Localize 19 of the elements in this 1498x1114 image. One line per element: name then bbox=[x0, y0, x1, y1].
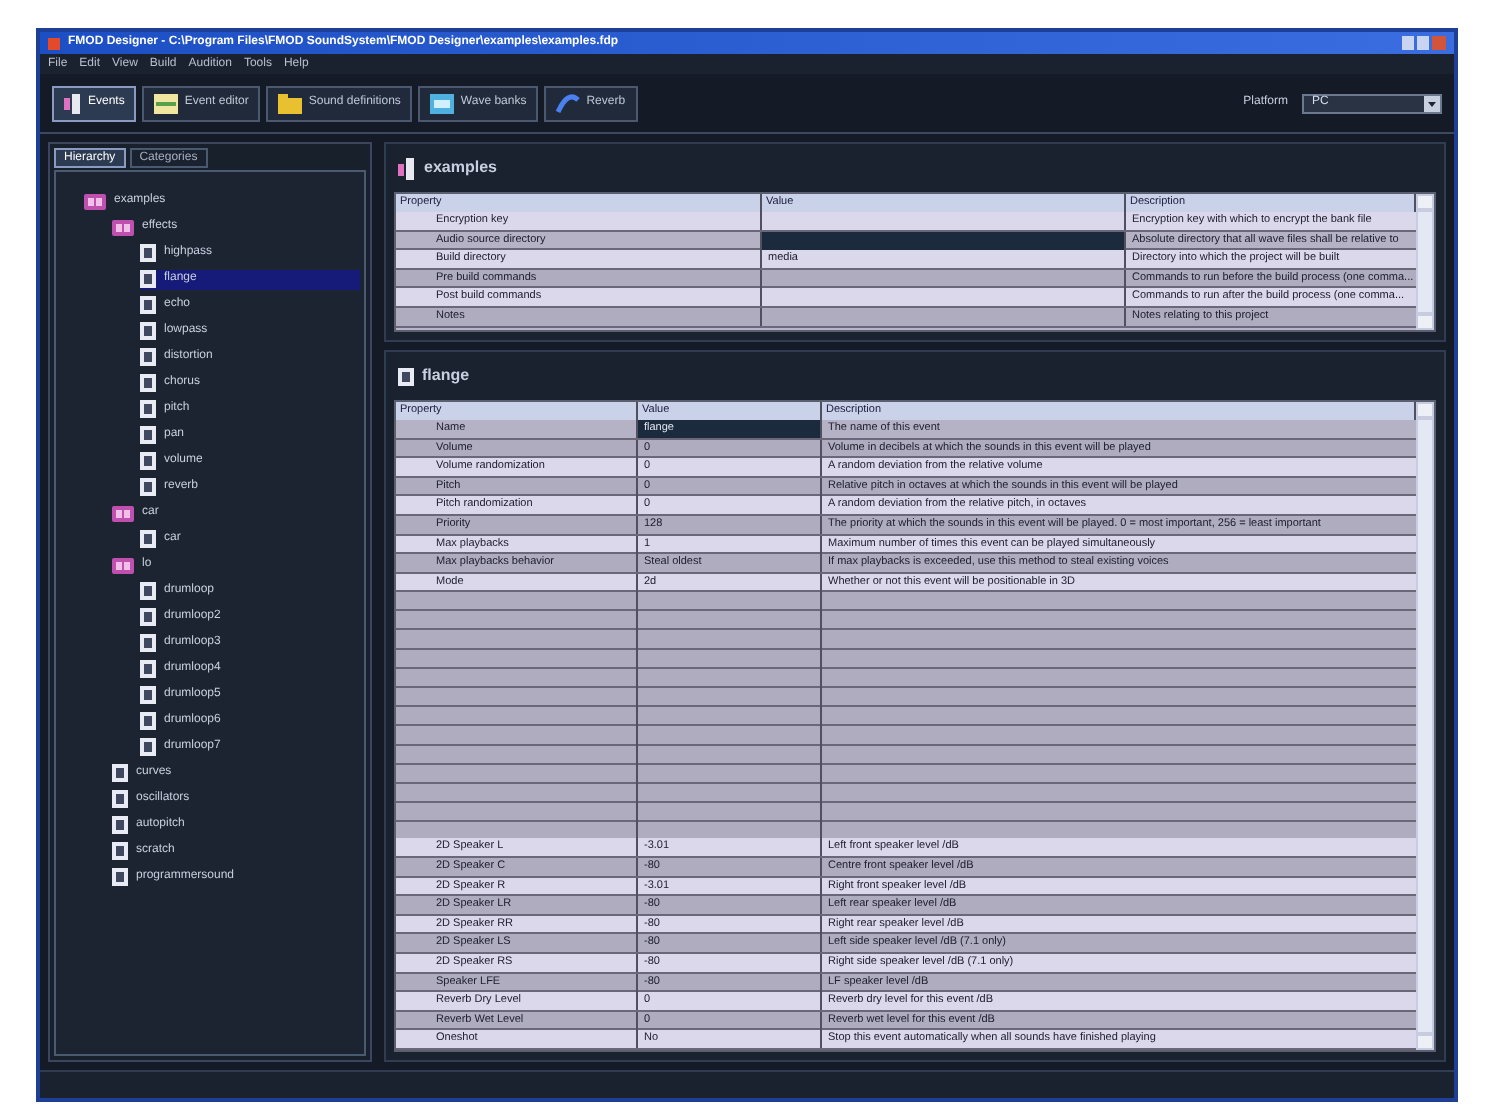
event-icon bbox=[140, 530, 156, 548]
folder-icon bbox=[278, 93, 303, 113]
editor-icon bbox=[154, 93, 179, 113]
group-icon bbox=[112, 219, 134, 235]
group-icon bbox=[112, 557, 134, 573]
panel-title: examples bbox=[424, 156, 497, 180]
event-icon bbox=[64, 93, 82, 113]
window-controls-icon[interactable] bbox=[1402, 36, 1446, 50]
panel-title: flange bbox=[422, 364, 470, 388]
event-icon bbox=[398, 367, 414, 385]
group-icon bbox=[112, 505, 134, 521]
group-icon bbox=[84, 193, 106, 209]
app-icon bbox=[48, 37, 60, 49]
swirl-icon bbox=[556, 93, 581, 113]
project-icon bbox=[398, 157, 416, 179]
caret-icon bbox=[1424, 95, 1440, 111]
scrollbar[interactable] bbox=[1416, 194, 1434, 330]
scrollbar[interactable] bbox=[1416, 402, 1434, 1050]
bank-icon bbox=[430, 93, 455, 113]
